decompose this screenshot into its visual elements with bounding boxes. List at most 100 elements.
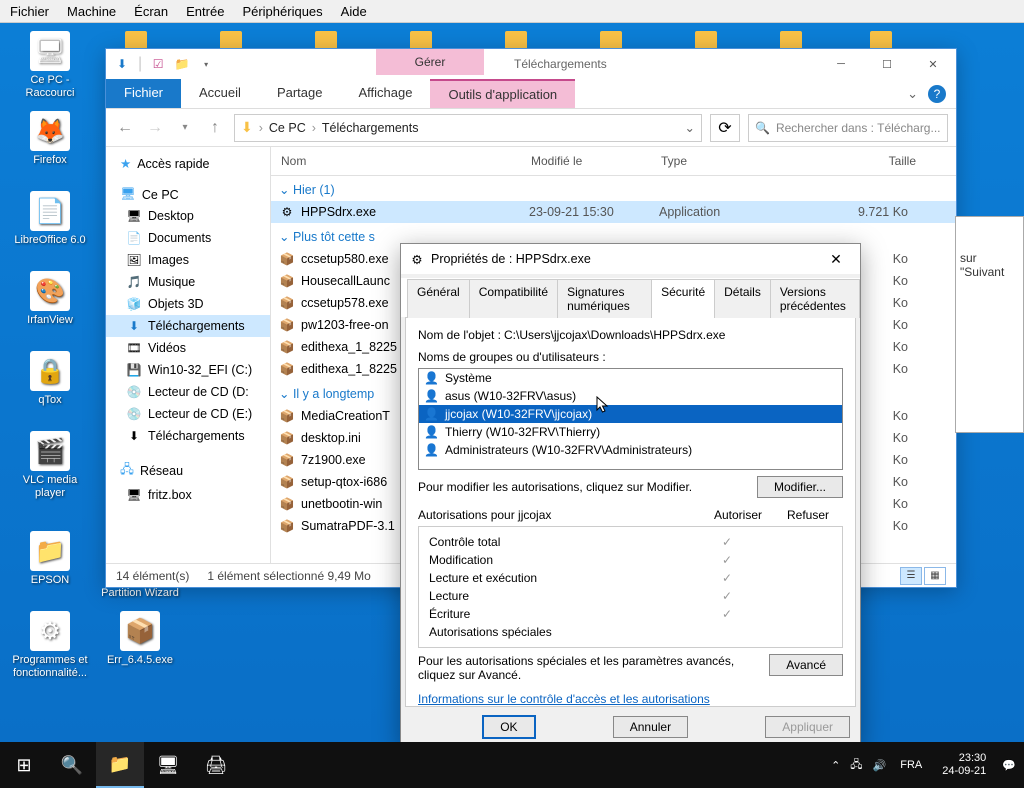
- desktop-icon[interactable]: 📦Err_6.4.5.exe: [100, 611, 180, 667]
- host-menu-peripheriques[interactable]: Périphériques: [242, 4, 322, 19]
- col-modified[interactable]: Modifié le: [521, 147, 651, 175]
- tab-previous[interactable]: Versions précédentes: [770, 279, 860, 318]
- groups-listbox[interactable]: 👤Système👤asus (W10-32FRV\asus)👤jjcojax (…: [418, 368, 843, 470]
- nav-item-videos[interactable]: 🎞Vidéos: [106, 337, 270, 359]
- taskbar-hp[interactable]: 🖨: [192, 742, 240, 788]
- nav-item-images[interactable]: 🖼Images: [106, 249, 270, 271]
- address-box[interactable]: ⬇ › Ce PC › Téléchargements ⌄: [234, 114, 702, 142]
- host-menu-aide[interactable]: Aide: [341, 4, 367, 19]
- group-row[interactable]: 👤jjcojax (W10-32FRV\jjcojax): [419, 405, 842, 423]
- group-row[interactable]: 👤Thierry (W10-32FRV\Thierry): [419, 423, 842, 441]
- nav-item-drive-c[interactable]: 💾Win10-32_EFI (C:): [106, 359, 270, 381]
- host-menu-ecran[interactable]: Écran: [134, 4, 168, 19]
- nav-forward-button[interactable]: →: [144, 117, 166, 139]
- tray-action-center-icon[interactable]: 💬: [1002, 759, 1016, 772]
- nav-item-cd-e[interactable]: 💿Lecteur de CD (E:): [106, 403, 270, 425]
- col-size[interactable]: Taille: [761, 147, 956, 175]
- properties-titlebar[interactable]: ⚙ Propriétés de : HPPSdrx.exe ✕: [401, 244, 860, 274]
- col-name[interactable]: Nom: [271, 147, 521, 175]
- nav-item-cd-d[interactable]: 💿Lecteur de CD (D:: [106, 381, 270, 403]
- access-control-link[interactable]: Informations sur le contrôle d'accès et …: [418, 692, 710, 706]
- advanced-button[interactable]: Avancé: [769, 654, 843, 676]
- desktop-icon[interactable]: 🎨IrfanView: [10, 271, 90, 327]
- maximize-button[interactable]: ☐: [864, 49, 910, 79]
- start-button[interactable]: ⊞: [0, 742, 48, 788]
- qat-check-icon[interactable]: ☑: [150, 56, 166, 72]
- desktop-icon[interactable]: 🦊Firefox: [10, 111, 90, 167]
- ribbon-tab-partage[interactable]: Partage: [259, 79, 341, 108]
- help-icon[interactable]: ?: [928, 85, 946, 103]
- host-menu-entree[interactable]: Entrée: [186, 4, 224, 19]
- minimize-button[interactable]: ─: [818, 49, 864, 79]
- search-button[interactable]: 🔍: [48, 742, 96, 788]
- ok-button[interactable]: OK: [482, 715, 535, 739]
- desktop-icon[interactable]: 🔒qTox: [10, 351, 90, 407]
- host-menu-fichier[interactable]: Fichier: [10, 4, 49, 19]
- tab-details[interactable]: Détails: [714, 279, 771, 318]
- close-button[interactable]: ✕: [910, 49, 956, 79]
- tray-network-icon[interactable]: 🖧: [850, 756, 862, 775]
- tray-chevron-icon[interactable]: ⌃: [831, 759, 840, 772]
- desktop-icon[interactable]: 📄LibreOffice 6.0: [10, 191, 90, 247]
- col-type[interactable]: Type: [651, 147, 761, 175]
- group-row[interactable]: 👤Administrateurs (W10-32FRV\Administrate…: [419, 441, 842, 459]
- group-row[interactable]: 👤Système: [419, 369, 842, 387]
- ribbon-tab-accueil[interactable]: Accueil: [181, 79, 259, 108]
- nav-back-button[interactable]: ←: [114, 117, 136, 139]
- desktop-icon[interactable]: 🖥Ce PC - Raccourci: [10, 31, 90, 99]
- nav-network[interactable]: 🖧Réseau: [106, 457, 270, 484]
- ribbon-chevron-icon[interactable]: ⌄: [907, 86, 918, 102]
- ribbon-tab-outils[interactable]: Outils d'application: [430, 79, 575, 108]
- tab-signatures[interactable]: Signatures numériques: [557, 279, 652, 318]
- nav-quick-access[interactable]: ★Accès rapide: [106, 153, 270, 174]
- nav-item-downloads[interactable]: ⬇Téléchargements: [106, 315, 270, 337]
- nav-item-fritz[interactable]: 🖥fritz.box: [106, 484, 270, 506]
- taskbar-explorer[interactable]: 📁: [96, 742, 144, 788]
- group-row[interactable]: 👤asus (W10-32FRV\asus): [419, 387, 842, 405]
- view-details-button[interactable]: ☰: [900, 567, 922, 585]
- desktop-icon[interactable]: 🎬VLC media player: [10, 431, 90, 499]
- search-box[interactable]: 🔍 Rechercher dans : Télécharg...: [748, 114, 948, 142]
- desktop-icon[interactable]: ⚙Programmes et fonctionnalité...: [10, 611, 90, 679]
- address-drop-icon[interactable]: ⌄: [685, 120, 695, 135]
- group-yesterday[interactable]: Hier (1): [271, 176, 956, 201]
- nav-pane[interactable]: ★Accès rapide 🖥Ce PC 🖥Desktop 📄Documents…: [106, 147, 271, 563]
- nav-item-downloads-2[interactable]: ⬇Téléchargements: [106, 425, 270, 447]
- desktop-icon[interactable]: 📁EPSON: [10, 531, 90, 587]
- system-tray[interactable]: ⌃ 🖧 🔊 FRA 23:30 24-09-21 💬: [831, 752, 1024, 778]
- refresh-button[interactable]: ⟳: [710, 114, 740, 142]
- taskbar-settings[interactable]: 🖥: [144, 742, 192, 788]
- nav-item-music[interactable]: 🎵Musique: [106, 271, 270, 293]
- ribbon-tab-fichier[interactable]: Fichier: [106, 79, 181, 108]
- qat-drop-icon[interactable]: ▾: [198, 56, 214, 72]
- tray-clock[interactable]: 23:30 24-09-21: [936, 752, 992, 778]
- view-icons-button[interactable]: ▦: [924, 567, 946, 585]
- tab-security[interactable]: Sécurité: [651, 279, 715, 318]
- qat-down-icon[interactable]: ⬇: [114, 56, 130, 72]
- ribbon-tab-affichage[interactable]: Affichage: [340, 79, 430, 108]
- desktop[interactable]: 🖥Ce PC - Raccourci 🦊Firefox 📄LibreOffice 6…: [0, 23, 1024, 742]
- host-menu-machine[interactable]: Machine: [67, 4, 116, 19]
- ribbon-context-manage[interactable]: Gérer: [376, 49, 484, 75]
- nav-recent-button[interactable]: ▾: [174, 117, 196, 139]
- crumb-cepc[interactable]: Ce PC: [269, 121, 306, 135]
- crumb-downloads[interactable]: Téléchargements: [322, 121, 419, 135]
- taskbar[interactable]: ⊞ 🔍 📁 🖥 🖨 ⌃ 🖧 🔊 FRA 23:30 24-09-21 💬: [0, 742, 1024, 788]
- tab-compat[interactable]: Compatibilité: [469, 279, 558, 318]
- qat-folder-icon[interactable]: 📁: [174, 56, 190, 72]
- tab-general[interactable]: Général: [407, 279, 470, 318]
- tray-language[interactable]: FRA: [896, 759, 926, 771]
- dialog-close-button[interactable]: ✕: [820, 247, 852, 271]
- nav-item-desktop[interactable]: 🖥Desktop: [106, 205, 270, 227]
- file-row-selected[interactable]: ⚙HPPSdrx.exe 23-09-21 15:30 Application …: [271, 201, 956, 223]
- cancel-button[interactable]: Annuler: [613, 716, 688, 738]
- nav-item-documents[interactable]: 📄Documents: [106, 227, 270, 249]
- nav-up-button[interactable]: ↑: [204, 117, 226, 139]
- tray-volume-icon[interactable]: 🔊: [873, 759, 887, 772]
- nav-this-pc[interactable]: 🖥Ce PC: [106, 184, 270, 205]
- host-menubar[interactable]: Fichier Machine Écran Entrée Périphériqu…: [0, 0, 1024, 23]
- nav-item-3d[interactable]: 🧊Objets 3D: [106, 293, 270, 315]
- explorer-titlebar[interactable]: ⬇ | ☑ 📁 ▾ Gérer Téléchargements ─ ☐ ✕: [106, 49, 956, 79]
- apply-button[interactable]: Appliquer: [765, 716, 850, 738]
- modify-button[interactable]: Modifier...: [757, 476, 843, 498]
